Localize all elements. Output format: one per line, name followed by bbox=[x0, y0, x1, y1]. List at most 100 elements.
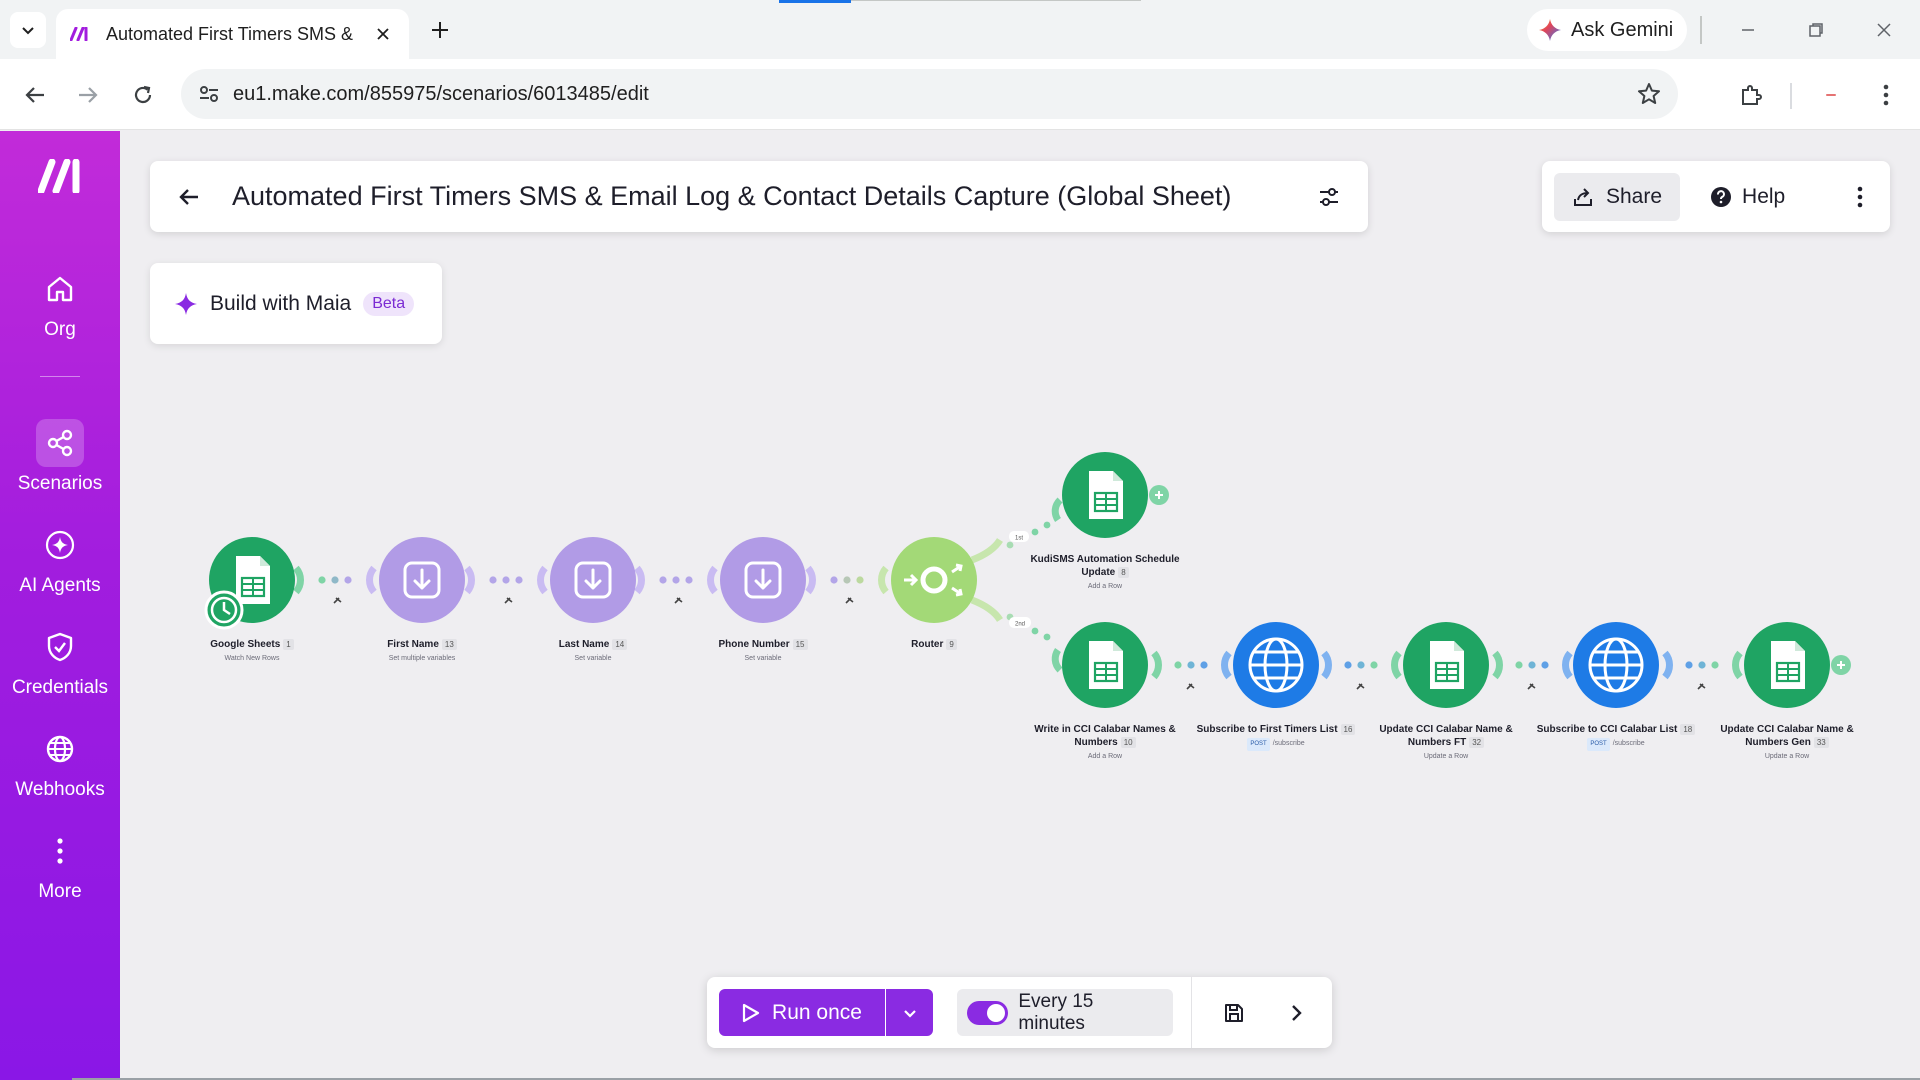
ai-agents-icon bbox=[36, 521, 84, 569]
module-label: Update CCI Calabar Name & Numbers Gen 33 U… bbox=[1720, 724, 1854, 760]
route-1st[interactable]: 1st bbox=[970, 497, 1063, 564]
reload-icon bbox=[134, 85, 152, 104]
sidebar-item-ai-agents[interactable]: AI Agents bbox=[0, 521, 120, 597]
scenario-title[interactable]: Automated First Timers SMS & Email Log &… bbox=[232, 181, 1231, 212]
connector[interactable] bbox=[464, 565, 548, 604]
share-label: Share bbox=[1606, 184, 1663, 208]
divider bbox=[1700, 16, 1702, 44]
make-logo-icon[interactable] bbox=[38, 159, 84, 193]
browser-tab-bar: Automated First Timers SMS & Email Log &… bbox=[0, 0, 1920, 59]
tab-title: Automated First Timers SMS & Email Log &… bbox=[106, 23, 356, 44]
close-window-button[interactable] bbox=[1862, 12, 1906, 48]
ask-gemini-button[interactable]: Ask Gemini bbox=[1527, 9, 1687, 51]
module-subscribe-cci-calabar[interactable] bbox=[1573, 622, 1659, 708]
module-kudisms-schedule-update[interactable] bbox=[1062, 452, 1169, 538]
sidebar-item-label: Org bbox=[44, 319, 76, 340]
scenario-menu-button[interactable] bbox=[1842, 173, 1878, 221]
module-update-cci-ft[interactable] bbox=[1403, 622, 1489, 708]
route-2nd[interactable]: 2nd bbox=[970, 596, 1063, 673]
share-icon bbox=[1574, 187, 1592, 206]
forward-button[interactable] bbox=[70, 77, 106, 113]
sidebar-item-label: Credentials bbox=[11, 677, 109, 698]
module-update-cci-gen[interactable] bbox=[1744, 622, 1851, 708]
connector[interactable] bbox=[805, 565, 889, 604]
sidebar-item-scenarios[interactable]: Scenarios bbox=[0, 419, 120, 495]
browser-tab[interactable]: Automated First Timers SMS & Email Log &… bbox=[56, 9, 409, 59]
profile-button[interactable] bbox=[1813, 77, 1849, 113]
back-button[interactable] bbox=[17, 77, 53, 113]
module-first-name[interactable] bbox=[379, 537, 465, 623]
more-vertical-icon bbox=[1857, 186, 1863, 207]
app-sidebar: Org Scenarios AI Agents Credentials Webh… bbox=[0, 131, 120, 1080]
sparkle-icon bbox=[175, 292, 197, 315]
reload-button[interactable] bbox=[125, 77, 161, 113]
connector[interactable] bbox=[293, 565, 377, 604]
module-label: Update CCI Calabar Name & Numbers FT 32 Up… bbox=[1379, 724, 1513, 760]
puzzle-icon bbox=[1742, 85, 1762, 105]
schedule-setting[interactable]: Every 15 minutes bbox=[957, 989, 1173, 1036]
sidebar-item-more[interactable]: More bbox=[0, 827, 120, 903]
module-phone-number[interactable] bbox=[720, 537, 806, 623]
module-label: Router 9 bbox=[854, 638, 1014, 651]
connector[interactable] bbox=[634, 565, 718, 604]
sidebar-item-credentials[interactable]: Credentials bbox=[0, 623, 120, 699]
module-label: Subscribe to CCI Calabar List 18 POST/subs… bbox=[1536, 723, 1696, 751]
help-button[interactable]: Help bbox=[1692, 173, 1803, 221]
share-button[interactable]: Share bbox=[1554, 172, 1681, 221]
connector[interactable] bbox=[1662, 650, 1743, 690]
module-label: KudiSMS Automation Schedule Update 8 Add a… bbox=[1030, 554, 1180, 590]
module-label: Subscribe to First Timers List 16 POST/sub… bbox=[1196, 723, 1356, 751]
sliders-icon bbox=[1320, 187, 1338, 206]
maia-label: Build with Maia bbox=[210, 291, 352, 315]
profile-indicator-icon bbox=[1826, 94, 1836, 96]
restore-icon bbox=[1809, 23, 1823, 37]
module-label: Phone Number 15 Set variable bbox=[683, 638, 843, 664]
clock-trigger-icon[interactable] bbox=[204, 590, 244, 630]
module-last-name[interactable] bbox=[550, 537, 636, 623]
module-label: Write in CCI Calabar Names & Numbers 10 Ad… bbox=[1034, 724, 1176, 760]
new-tab-button[interactable] bbox=[424, 14, 456, 46]
omnibox[interactable]: eu1.make.com/855975/scenarios/6013485/ed… bbox=[181, 69, 1678, 119]
back-to-scenarios-button[interactable] bbox=[172, 180, 206, 214]
module-google-sheets[interactable] bbox=[204, 537, 295, 630]
connector[interactable] bbox=[1321, 650, 1402, 690]
build-with-maia-button[interactable]: Build with Maia Beta bbox=[150, 263, 442, 344]
sidebar-item-org[interactable]: Org bbox=[0, 265, 120, 341]
extensions-button[interactable] bbox=[1733, 77, 1769, 113]
scenario-header: Automated First Timers SMS & Email Log &… bbox=[150, 161, 1368, 232]
divider bbox=[1191, 977, 1192, 1048]
browser-menu-button[interactable] bbox=[1868, 77, 1904, 113]
globe-icon bbox=[36, 725, 84, 773]
close-tab-icon[interactable] bbox=[371, 22, 395, 46]
sidebar-item-label: More bbox=[38, 881, 82, 902]
expand-toolbar-button[interactable] bbox=[1277, 994, 1315, 1032]
minimize-button[interactable] bbox=[1726, 12, 1770, 48]
more-vertical-icon bbox=[1883, 84, 1889, 106]
module-label: Last Name 14 Set variable bbox=[513, 638, 673, 664]
plus-icon bbox=[432, 22, 448, 38]
minimize-icon bbox=[1742, 29, 1754, 31]
address-bar-row: eu1.make.com/855975/scenarios/6013485/ed… bbox=[0, 59, 1920, 130]
schedule-label: Every 15 minutes bbox=[1018, 990, 1094, 1034]
module-router[interactable] bbox=[891, 537, 977, 623]
more-vertical-icon bbox=[36, 827, 84, 875]
save-button[interactable] bbox=[1215, 994, 1253, 1032]
connector[interactable] bbox=[1151, 650, 1232, 690]
bookmark-star-icon[interactable] bbox=[1634, 79, 1664, 109]
module-subscribe-first-timers[interactable] bbox=[1233, 622, 1319, 708]
module-write-cci-calabar[interactable] bbox=[1062, 622, 1148, 708]
connector[interactable] bbox=[1492, 650, 1573, 690]
run-once-button[interactable]: Run once bbox=[719, 989, 885, 1036]
make-favicon-icon bbox=[70, 26, 94, 42]
tab-strip-indicator bbox=[779, 0, 851, 3]
run-options-button[interactable] bbox=[886, 989, 933, 1036]
restore-button[interactable] bbox=[1794, 12, 1838, 48]
sidebar-item-webhooks[interactable]: Webhooks bbox=[0, 725, 120, 801]
chevron-down-icon bbox=[903, 1009, 916, 1018]
scenario-settings-button[interactable] bbox=[1312, 180, 1346, 214]
header-actions: Share Help bbox=[1542, 161, 1890, 232]
schedule-toggle[interactable] bbox=[967, 1000, 1009, 1025]
gemini-sparkle-icon bbox=[1539, 19, 1561, 41]
tab-search-button[interactable] bbox=[10, 12, 46, 48]
site-info-icon[interactable] bbox=[195, 80, 223, 108]
